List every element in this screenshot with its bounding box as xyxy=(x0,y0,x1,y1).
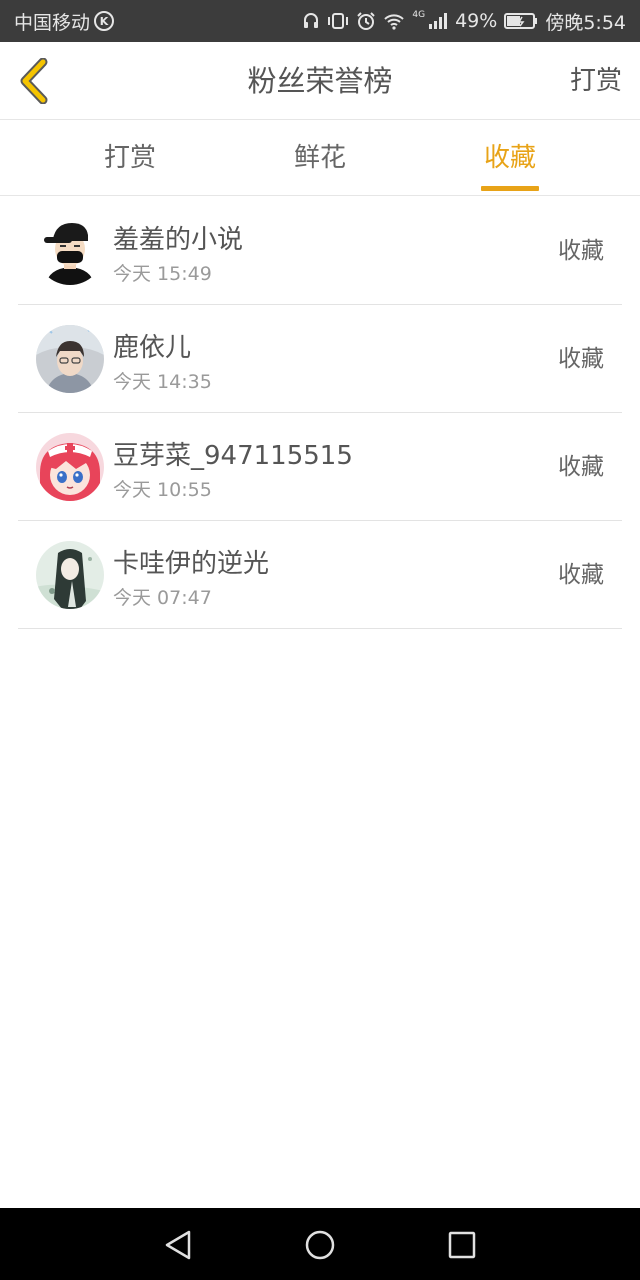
carrier-name: 中国移动 xyxy=(14,11,91,34)
user-name: 卡哇伊的逆光 xyxy=(113,549,270,579)
list-item[interactable]: 羞羞的小说 今天 15:49 收藏 xyxy=(18,197,622,305)
tab-flowers[interactable]: 鲜花 xyxy=(250,121,390,196)
user-avatar[interactable] xyxy=(36,325,104,393)
user-avatar[interactable] xyxy=(36,433,104,501)
timestamp: 今天 14:35 xyxy=(113,371,212,393)
list-item[interactable]: 豆芽菜_947115515 今天 10:55 收藏 xyxy=(18,413,622,521)
tab-reward[interactable]: 打赏 xyxy=(60,121,200,196)
list-item[interactable]: 卡哇伊的逆光 今天 07:47 收藏 xyxy=(18,521,622,629)
user-name: 豆芽菜_947115515 xyxy=(113,441,353,471)
fan-list: 羞羞的小说 今天 15:49 收藏 鹿依儿 今天 14:35 收藏 豆芽菜_94… xyxy=(0,197,640,629)
signal-icon xyxy=(428,12,448,30)
tab-favorites[interactable]: 收藏 xyxy=(440,121,580,196)
app-header: 粉丝荣誉榜 打赏 xyxy=(0,42,640,120)
status-bar: 中国移动 K 4G 49% 傍晚5:54 xyxy=(0,0,640,42)
page-title: 粉丝荣誉榜 xyxy=(247,64,393,98)
alarm-icon xyxy=(356,11,376,31)
user-name: 鹿依儿 xyxy=(113,333,192,363)
active-tab-indicator xyxy=(481,186,539,191)
network-type-badge: 4G xyxy=(412,10,426,20)
battery-percent: 49% xyxy=(455,10,498,32)
system-nav-bar xyxy=(0,1208,640,1280)
reward-button[interactable]: 打赏 xyxy=(570,42,622,120)
back-triangle-icon[interactable] xyxy=(161,1228,195,1262)
user-avatar[interactable] xyxy=(36,541,104,609)
action-label: 收藏 xyxy=(558,454,604,480)
battery-icon xyxy=(504,12,538,30)
vibrate-icon xyxy=(327,12,349,30)
timestamp: 今天 10:55 xyxy=(113,479,212,501)
list-item[interactable]: 鹿依儿 今天 14:35 收藏 xyxy=(18,305,622,413)
recents-square-icon[interactable] xyxy=(445,1228,479,1262)
headphones-icon xyxy=(302,12,320,30)
carrier-k-icon: K xyxy=(94,11,115,31)
home-circle-icon[interactable] xyxy=(303,1228,337,1262)
timestamp: 今天 15:49 xyxy=(113,263,212,285)
action-label: 收藏 xyxy=(558,562,604,588)
tab-bar: 打赏 鲜花 收藏 xyxy=(0,121,640,196)
clock-time: 傍晚5:54 xyxy=(545,11,626,34)
user-name: 羞羞的小说 xyxy=(113,225,244,255)
user-avatar[interactable] xyxy=(36,217,104,285)
action-label: 收藏 xyxy=(558,346,604,372)
timestamp: 今天 07:47 xyxy=(113,587,212,609)
action-label: 收藏 xyxy=(558,238,604,264)
wifi-icon xyxy=(383,12,405,30)
